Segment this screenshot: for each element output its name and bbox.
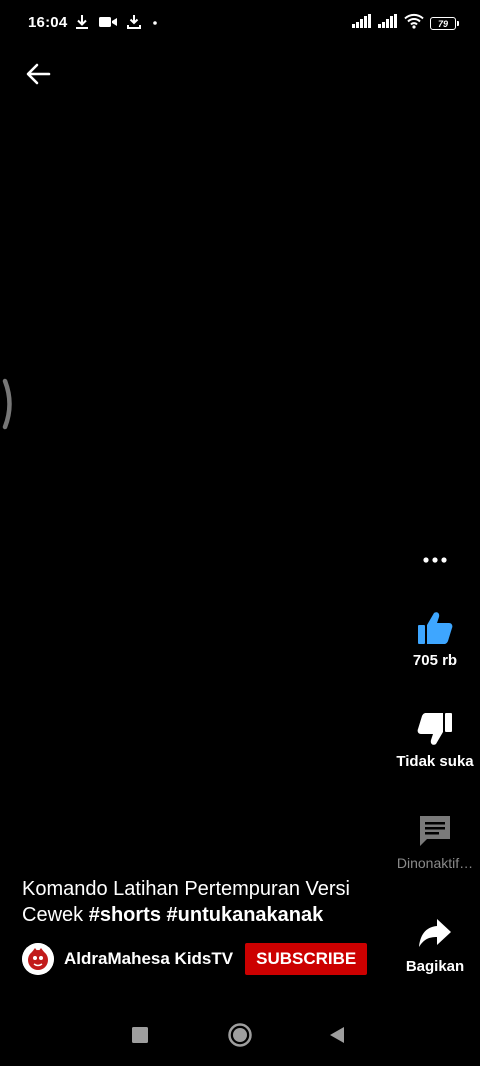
share-label: Bagikan (405, 958, 465, 975)
arrow-left-icon (26, 63, 51, 85)
download-tray-icon (126, 14, 142, 35)
home-circle-icon (228, 1023, 252, 1047)
status-bar: 16:04 79 (0, 0, 480, 44)
video-camera-icon (98, 14, 118, 35)
like-count: 705 rb (412, 652, 458, 669)
subscribe-button[interactable]: SUBSCRIBE (245, 943, 368, 975)
hashtag-link[interactable]: #shorts (89, 904, 161, 926)
signal-icon (352, 14, 372, 33)
status-notification-icons (74, 14, 160, 35)
triangle-back-icon (330, 1027, 344, 1043)
recents-button[interactable] (131, 1026, 149, 1049)
share-button[interactable]: Bagikan (390, 916, 480, 975)
avatar-image-icon (22, 943, 54, 975)
status-system-icons: 79 (352, 13, 459, 34)
system-nav-bar (0, 1004, 480, 1066)
home-button[interactable] (227, 1022, 253, 1053)
battery-level: 79 (437, 18, 448, 29)
channel-row: AldraMahesa KidsTV SUBSCRIBE (22, 943, 368, 975)
channel-avatar[interactable] (22, 943, 54, 975)
square-icon (132, 1027, 148, 1043)
back-button[interactable] (22, 58, 54, 90)
more-horizontal-icon (423, 557, 447, 563)
share-icon (419, 919, 451, 947)
thumbs-up-icon (418, 612, 453, 644)
comments-button[interactable]: Dinonaktif… (390, 813, 480, 871)
back-nav-button[interactable] (328, 1026, 346, 1049)
hashtag-link[interactable]: #untukanakanak (167, 904, 324, 926)
download-icon (74, 14, 90, 35)
dislike-label: Tidak suka (396, 753, 474, 770)
loading-spinner-icon (2, 378, 16, 435)
more-options-button[interactable] (418, 545, 452, 575)
battery-icon: 79 (430, 17, 459, 30)
dot-icon (150, 14, 160, 35)
comments-disabled-label: Dinonaktif… (396, 855, 474, 871)
thumbs-down-icon (417, 713, 452, 745)
signal-icon (378, 14, 398, 33)
channel-name[interactable]: AldraMahesa KidsTV (64, 949, 233, 969)
wifi-icon (404, 13, 424, 34)
video-title[interactable]: Komando Latihan Pertempuran Versi Cewek … (22, 876, 382, 928)
comment-icon (420, 816, 450, 846)
status-time: 16:04 (28, 14, 68, 31)
like-button[interactable]: 705 rb (390, 610, 480, 669)
dislike-button[interactable]: Tidak suka (390, 711, 480, 770)
